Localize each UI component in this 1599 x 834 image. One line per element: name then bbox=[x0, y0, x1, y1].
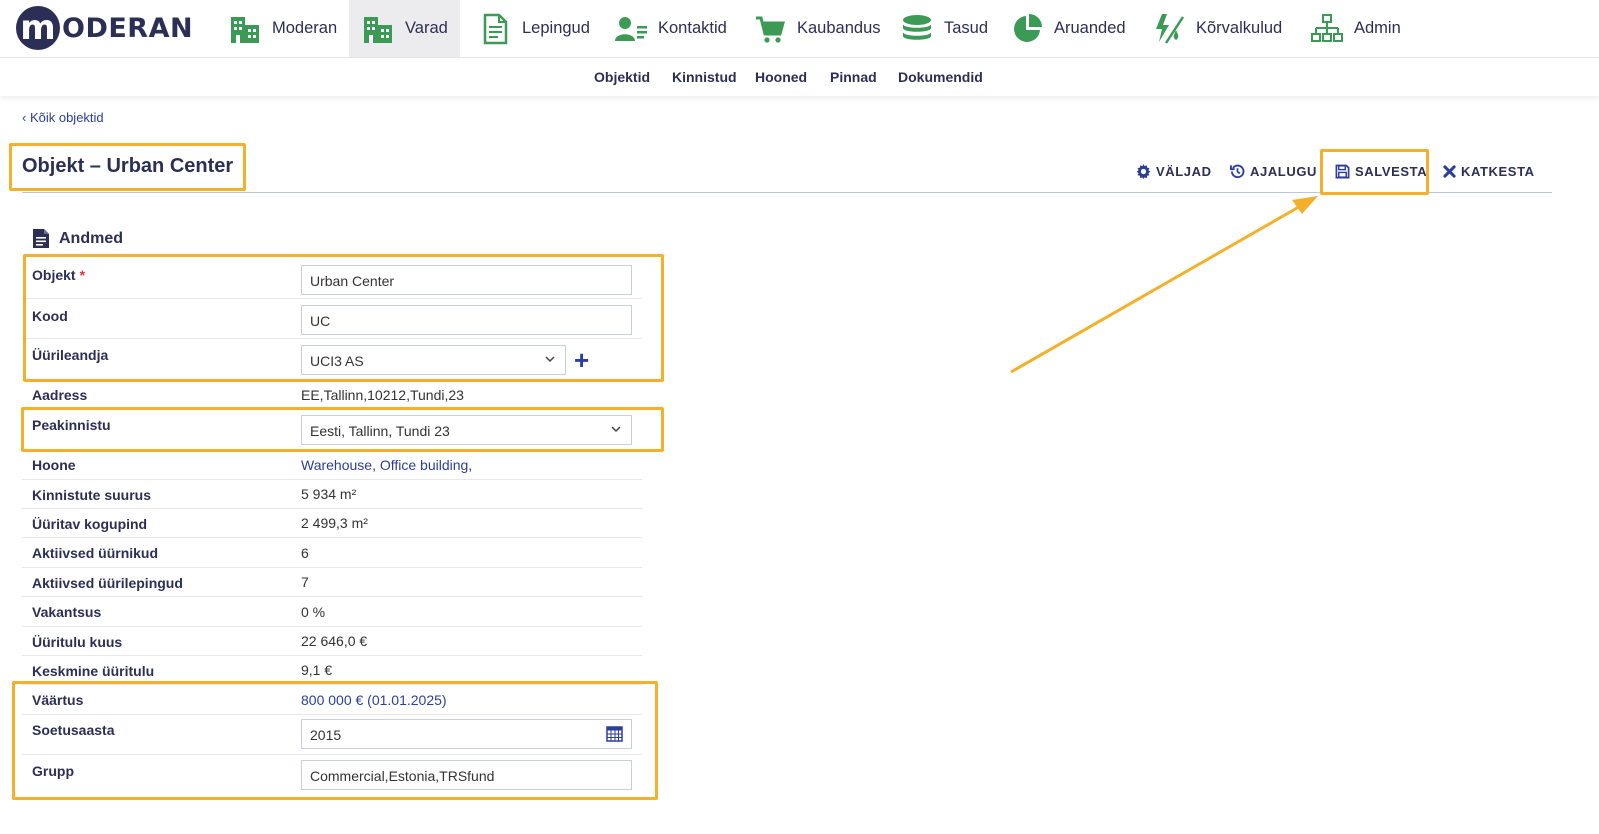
annotation-arrow bbox=[1010, 196, 1318, 374]
